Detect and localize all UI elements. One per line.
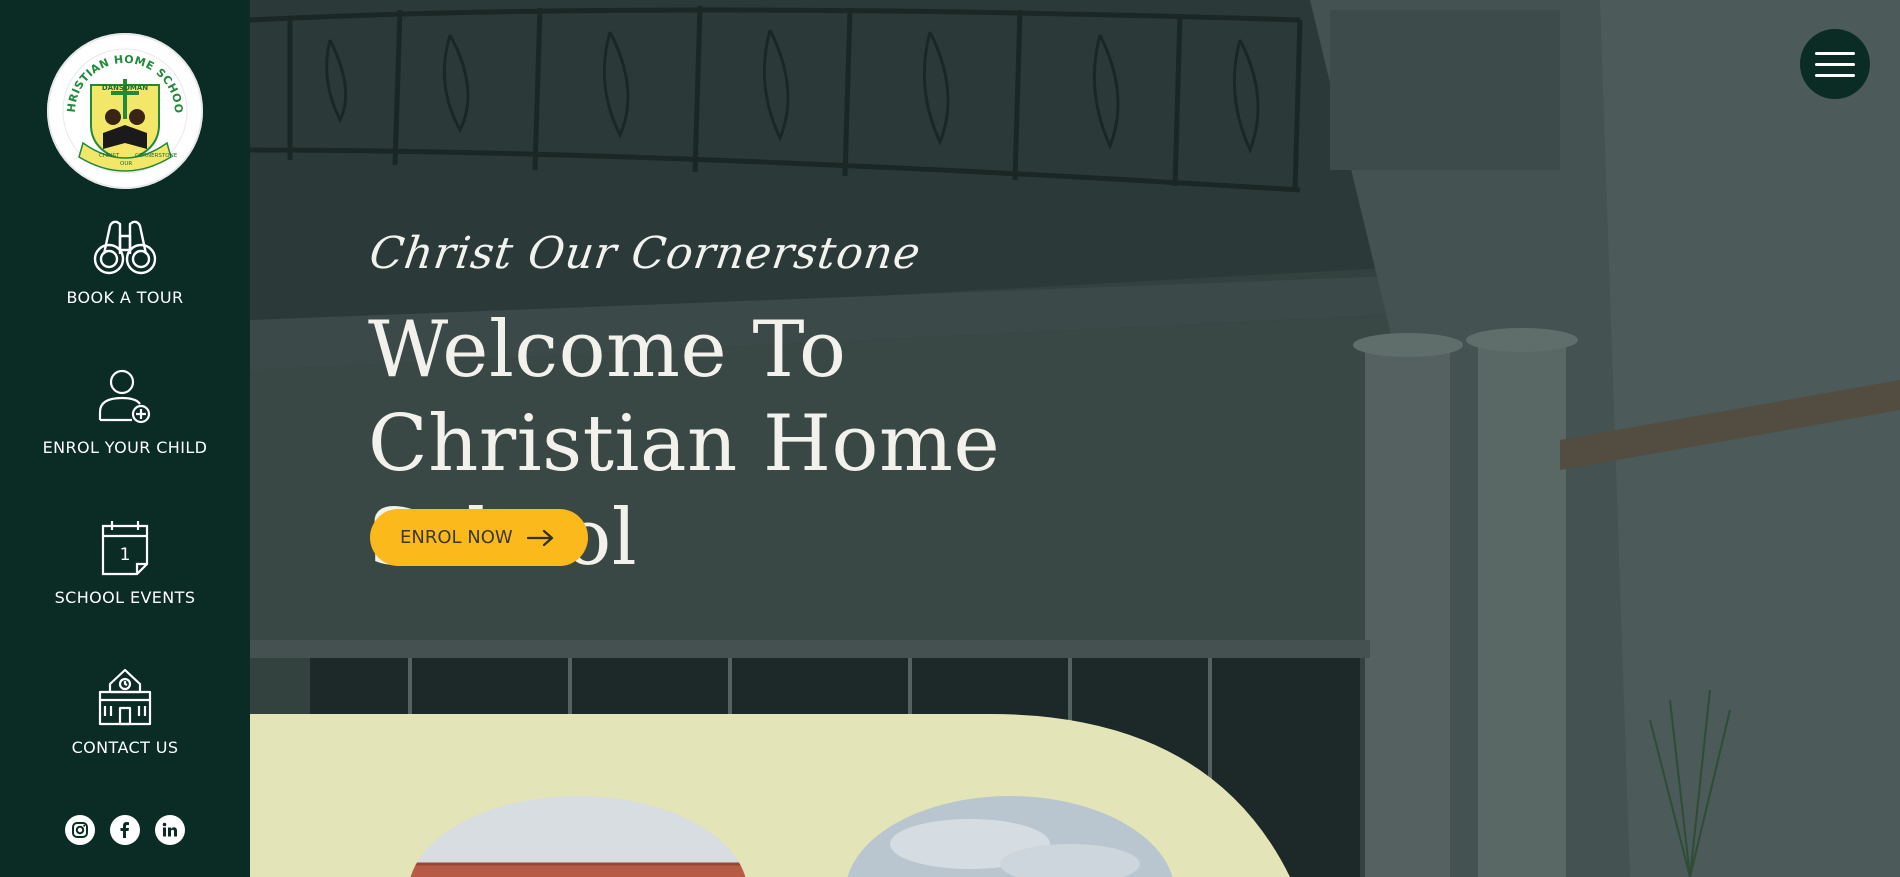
sidebar-item-contact-us[interactable]: CONTACT US bbox=[0, 668, 250, 757]
sidebar-item-label: SCHOOL EVENTS bbox=[54, 588, 196, 607]
add-user-icon bbox=[98, 369, 151, 424]
svg-text:1: 1 bbox=[120, 545, 131, 565]
svg-text:DANSOMAN: DANSOMAN bbox=[102, 84, 148, 92]
sidebar-item-label: ENROL YOUR CHILD bbox=[42, 438, 208, 457]
sidebar-item-enrol-your-child[interactable]: ENROL YOUR CHILD bbox=[0, 368, 250, 457]
enrol-now-label: ENROL NOW bbox=[400, 527, 513, 548]
sidebar-item-book-a-tour[interactable]: BOOK A TOUR bbox=[0, 218, 250, 307]
svg-text:OUR: OUR bbox=[120, 161, 132, 167]
sidebar-item-label: BOOK A TOUR bbox=[66, 288, 184, 307]
hero-section: Christ Our Cornerstone Welcome To Christ… bbox=[250, 0, 1900, 877]
sidebar-item-label: CONTACT US bbox=[71, 738, 179, 757]
school-building-icon bbox=[98, 668, 152, 726]
calendar-icon: 1 bbox=[101, 521, 149, 576]
enrol-now-button[interactable]: ENROL NOW bbox=[370, 509, 588, 566]
instagram-icon[interactable] bbox=[65, 815, 95, 845]
facebook-icon[interactable] bbox=[110, 815, 140, 845]
binoculars-icon bbox=[93, 220, 157, 275]
hamburger-icon bbox=[1815, 62, 1855, 66]
sidebar-item-school-events[interactable]: 1 SCHOOL EVENTS bbox=[0, 518, 250, 607]
arrow-right-icon bbox=[526, 529, 553, 546]
hamburger-icon bbox=[1815, 51, 1855, 55]
social-links bbox=[0, 815, 250, 845]
hamburger-icon bbox=[1815, 73, 1855, 77]
sidebar: CHRISTIAN HOME SCHOOL DANSOMAN CHRIST OU… bbox=[0, 0, 250, 877]
intro-panel bbox=[250, 714, 1290, 877]
school-logo[interactable]: CHRISTIAN HOME SCHOOL DANSOMAN CHRIST OU… bbox=[47, 33, 203, 189]
menu-button[interactable] bbox=[1800, 29, 1870, 99]
hero-title-line1: Welcome To bbox=[368, 305, 847, 395]
hero-tagline: Christ Our Cornerstone bbox=[366, 228, 925, 279]
svg-text:CORNERSTONE: CORNERSTONE bbox=[135, 153, 178, 159]
linkedin-icon[interactable] bbox=[155, 815, 185, 845]
svg-text:CHRIST: CHRIST bbox=[99, 153, 120, 159]
